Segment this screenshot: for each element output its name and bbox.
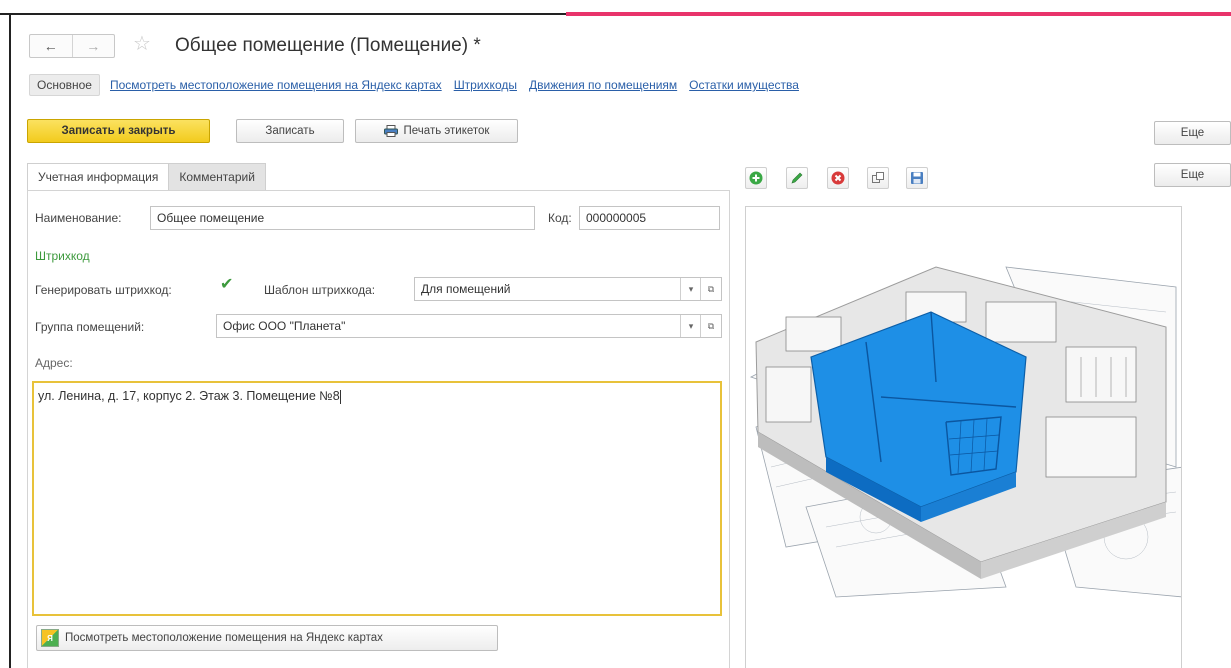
name-value: Общее помещение xyxy=(157,211,265,225)
name-label: Наименование: xyxy=(35,211,122,225)
more-button[interactable]: Еще xyxy=(1154,121,1231,145)
chevron-down-icon[interactable]: ▾ xyxy=(680,278,701,300)
open-image-button[interactable] xyxy=(867,167,889,189)
save-label: Записать xyxy=(265,125,315,137)
address-textarea[interactable]: ул. Ленина, д. 17, корпус 2. Этаж 3. Пом… xyxy=(32,381,722,616)
room-group-value: Офис ООО "Планета" xyxy=(223,319,346,333)
image-more-button[interactable]: Еще xyxy=(1154,163,1231,187)
open-form-icon[interactable]: ⧉ xyxy=(700,278,721,300)
barcode-group-title: Штрихкод xyxy=(35,249,90,263)
floor-plan-image xyxy=(749,266,1181,598)
save-and-close-label: Записать и закрыть xyxy=(61,125,176,137)
print-labels-button[interactable]: Печать этикеток xyxy=(355,119,518,143)
view-on-yandex-map-label: Посмотреть местоположение помещения на Я… xyxy=(65,632,383,644)
add-image-button[interactable] xyxy=(745,167,767,189)
window-left-border xyxy=(9,13,11,668)
address-label: Адрес: xyxy=(35,356,73,370)
name-field[interactable]: Общее помещение xyxy=(150,206,535,230)
save-button[interactable]: Записать xyxy=(236,119,344,143)
section-link-property-balance[interactable]: Остатки имущества xyxy=(689,78,799,92)
address-value: ул. Ленина, д. 17, корпус 2. Этаж 3. Пом… xyxy=(38,389,340,403)
page-title: Общее помещение (Помещение) * xyxy=(175,35,481,56)
print-labels-label: Печать этикеток xyxy=(403,125,490,137)
delete-image-button[interactable] xyxy=(827,167,849,189)
forward-button[interactable]: → xyxy=(71,35,115,57)
edit-image-button[interactable] xyxy=(786,167,808,189)
room-image-frame xyxy=(745,206,1182,668)
barcode-template-select[interactable]: Для помещений ▾ ⧉ xyxy=(414,277,722,301)
open-icon xyxy=(872,172,884,183)
open-form-icon[interactable]: ⧉ xyxy=(700,315,721,337)
yandex-map-icon: Я xyxy=(41,629,59,647)
view-on-yandex-map-button[interactable]: Я Посмотреть местоположение помещения на… xyxy=(36,625,498,651)
more-label: Еще xyxy=(1180,127,1205,139)
form-tabs: Учетная информация Комментарий xyxy=(27,163,266,191)
section-main-tab[interactable]: Основное xyxy=(29,74,100,96)
image-more-label: Еще xyxy=(1180,169,1205,181)
section-link-yandex-map[interactable]: Посмотреть местоположение помещения на Я… xyxy=(110,78,442,92)
code-field[interactable]: 000000005 xyxy=(579,206,720,230)
tab-comment[interactable]: Комментарий xyxy=(169,163,266,191)
tab-account-info[interactable]: Учетная информация xyxy=(27,163,170,191)
delete-icon xyxy=(831,171,845,185)
window-accent-strip xyxy=(566,12,1231,16)
history-nav: ← → xyxy=(29,34,115,58)
code-label: Код: xyxy=(548,211,572,225)
save-icon xyxy=(911,172,923,184)
generate-barcode-checkbox[interactable]: ✔ xyxy=(220,277,233,293)
section-navigation: Основное Посмотреть местоположение помещ… xyxy=(29,74,799,96)
generate-barcode-label: Генерировать штрихкод: xyxy=(35,283,172,297)
code-value: 000000005 xyxy=(586,211,647,225)
favorite-star-icon[interactable]: ☆ xyxy=(133,33,151,55)
save-image-button[interactable] xyxy=(906,167,928,189)
section-link-barcodes[interactable]: Штрихкоды xyxy=(454,78,517,92)
text-caret xyxy=(339,389,341,404)
chevron-down-icon[interactable]: ▾ xyxy=(680,315,701,337)
room-group-label: Группа помещений: xyxy=(35,320,145,334)
save-and-close-button[interactable]: Записать и закрыть xyxy=(27,119,210,143)
printer-icon xyxy=(383,125,398,137)
barcode-template-value: Для помещений xyxy=(421,282,511,296)
barcode-template-label: Шаблон штрихкода: xyxy=(264,283,376,297)
edit-icon xyxy=(791,172,803,184)
add-icon xyxy=(749,171,763,185)
back-button[interactable]: ← xyxy=(30,35,72,57)
room-group-select[interactable]: Офис ООО "Планета" ▾ ⧉ xyxy=(216,314,722,338)
section-link-movements[interactable]: Движения по помещениям xyxy=(529,78,677,92)
